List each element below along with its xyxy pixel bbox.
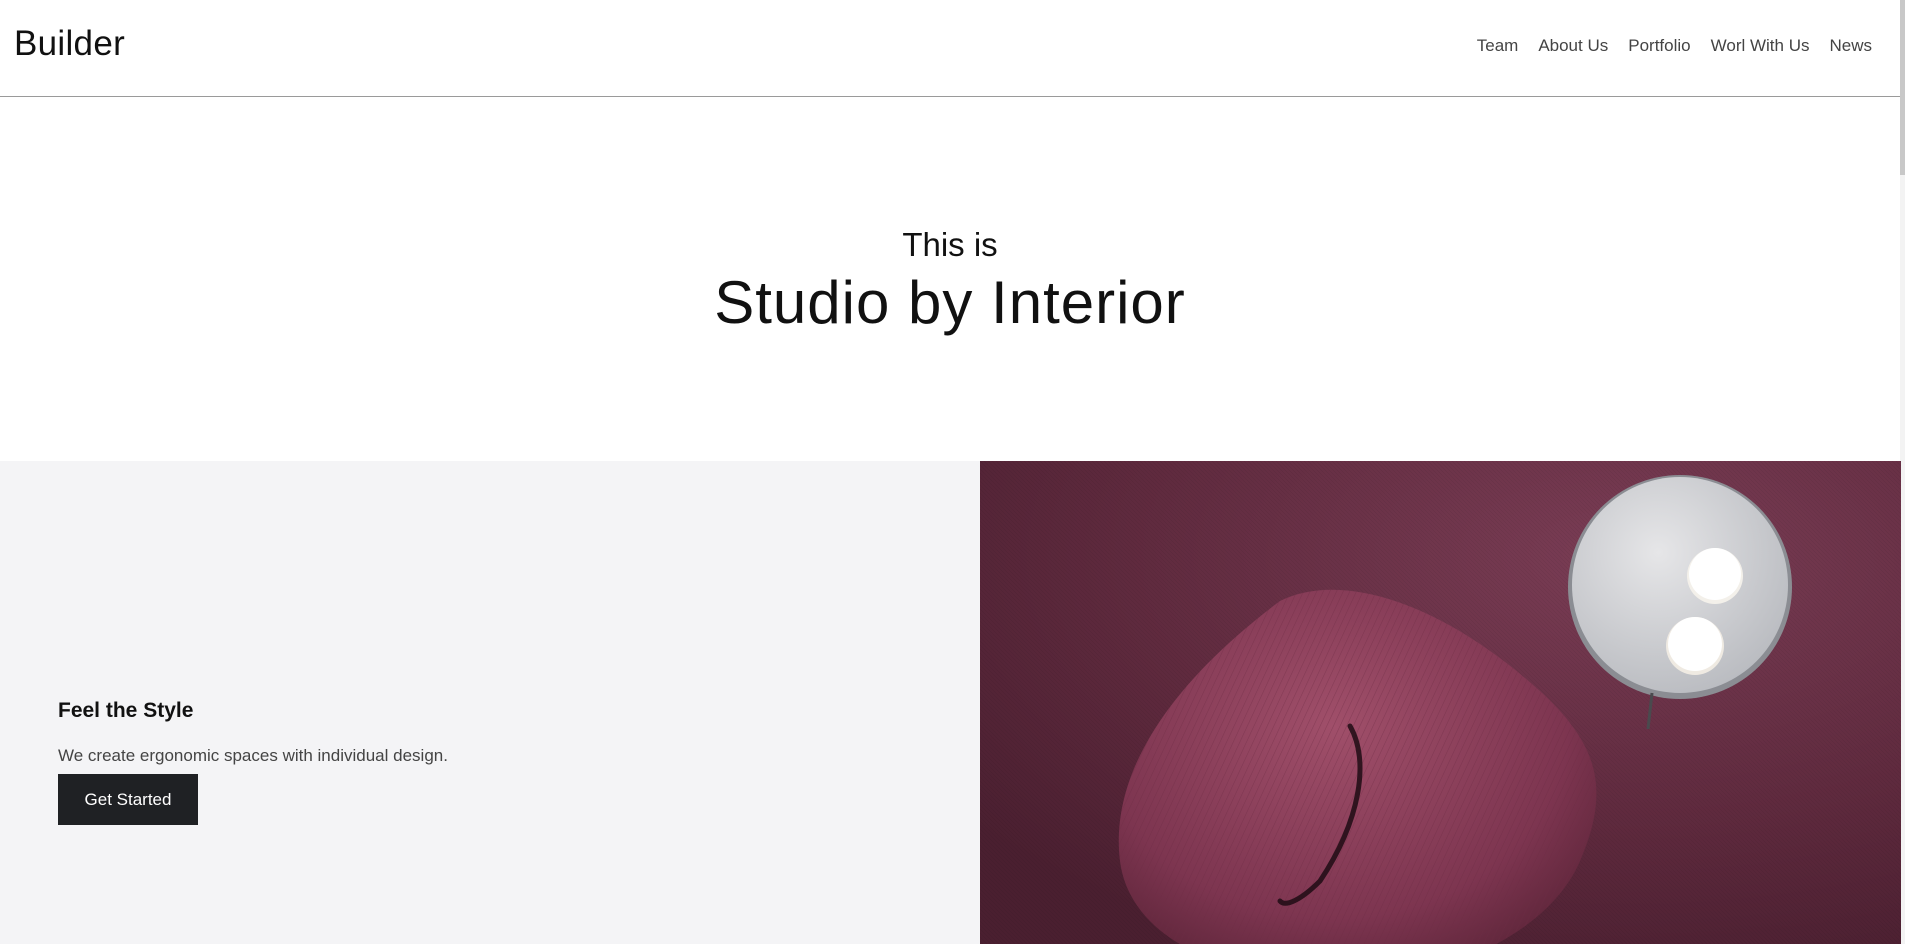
get-started-button[interactable]: Get Started xyxy=(58,774,198,825)
feature-description: We create ergonomic spaces with individu… xyxy=(58,746,448,765)
hero-title: Studio by Interior xyxy=(714,269,1186,336)
brand-logo[interactable]: Builder xyxy=(14,24,125,64)
scrollbar-thumb[interactable] xyxy=(1900,0,1905,175)
hero-section: This is Studio by Interior xyxy=(0,98,1900,461)
nav-link-about-us[interactable]: About Us xyxy=(1538,36,1608,56)
interior-photo xyxy=(980,461,1901,944)
feature-title: Feel the Style xyxy=(58,699,194,722)
feature-panel: Feel the Style We create ergonomic space… xyxy=(0,461,980,944)
interior-photo-illustration xyxy=(980,461,1901,944)
site-header: Builder Team About Us Portfolio Worl Wit… xyxy=(0,0,1900,97)
nav-link-portfolio[interactable]: Portfolio xyxy=(1628,36,1690,56)
nav-link-work-with-us[interactable]: Worl With Us xyxy=(1711,36,1810,56)
main-nav: Team About Us Portfolio Worl With Us New… xyxy=(1477,36,1872,56)
nav-link-news[interactable]: News xyxy=(1829,36,1872,56)
nav-link-team[interactable]: Team xyxy=(1477,36,1519,56)
hero-pretitle: This is xyxy=(902,226,998,263)
